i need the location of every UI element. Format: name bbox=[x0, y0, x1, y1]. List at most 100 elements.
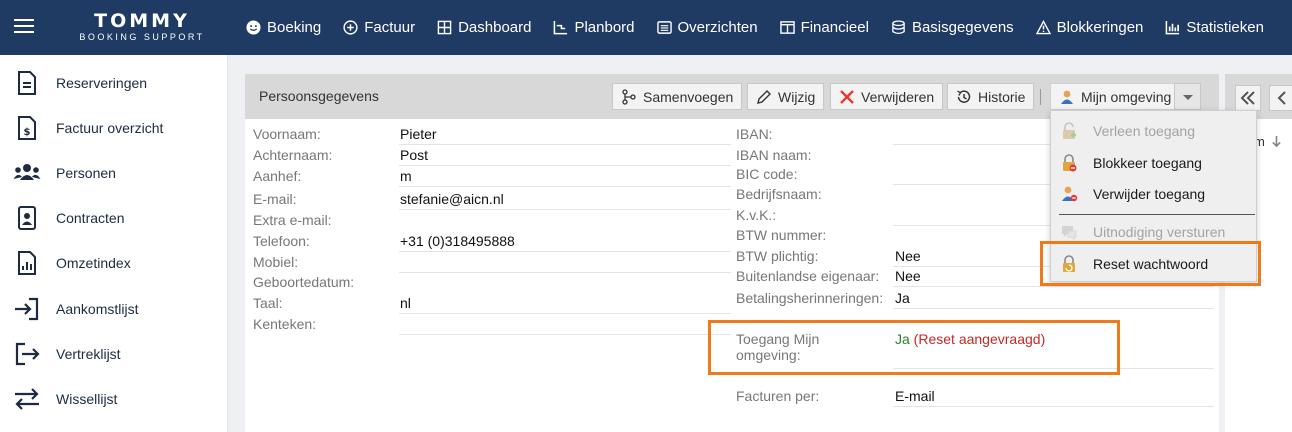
field-label: BIC code: bbox=[736, 166, 798, 182]
smiley-icon bbox=[246, 20, 261, 35]
svg-text:$: $ bbox=[24, 127, 31, 138]
field-email: E-mail: stefanie@aicn.nl bbox=[253, 189, 731, 210]
my-environment-menu: Verleen toegang Blokkeer toegang Verwijd… bbox=[1050, 110, 1257, 282]
sidebar-item-wissellijst[interactable]: Wissellijst bbox=[0, 376, 227, 421]
sidebar-item-factuur-overzicht[interactable]: $ Factuur overzicht bbox=[0, 105, 227, 150]
field-achternaam: Achternaam: Post bbox=[253, 145, 731, 166]
sign-out-icon bbox=[15, 342, 40, 365]
access-paren-close: ) bbox=[1040, 331, 1046, 347]
history-icon bbox=[957, 89, 971, 103]
nav-label: Overzichten bbox=[677, 19, 758, 36]
field-value: nl bbox=[400, 295, 411, 311]
first-page-button[interactable] bbox=[1235, 85, 1261, 111]
field-kenteken: Kenteken: bbox=[253, 314, 731, 335]
sidebar-item-contracten[interactable]: Contracten bbox=[0, 196, 227, 241]
field-label: IBAN naam: bbox=[736, 147, 812, 163]
lock-open-icon bbox=[1063, 122, 1076, 139]
menu-item-label: Uitnodiging versturen bbox=[1093, 224, 1226, 240]
field-label: Taal: bbox=[253, 295, 283, 311]
field-value: Nee bbox=[895, 268, 921, 284]
sidebar-item-personen[interactable]: Personen bbox=[0, 150, 227, 195]
my-environment-dropdown-toggle[interactable] bbox=[1174, 83, 1201, 110]
delete-button[interactable]: Verwijderen bbox=[830, 83, 944, 110]
field-betalingsherinneringen: Betalingsherinneringen: Ja bbox=[736, 288, 1214, 309]
field-taal: Taal: nl bbox=[253, 293, 731, 314]
field-value: Pieter bbox=[400, 126, 437, 142]
sidebar-item-label: Vertreklijst bbox=[56, 345, 121, 362]
contract-icon bbox=[18, 206, 36, 231]
menu-item-remove-access[interactable]: Verwijder toegang bbox=[1051, 180, 1256, 208]
nav-label: Financieel bbox=[800, 19, 869, 36]
delete-label: Verwijderen bbox=[861, 88, 935, 105]
sidebar-item-aankomstlijst[interactable]: Aankomstlijst bbox=[0, 286, 227, 331]
sidebar-item-label: Omzetindex bbox=[56, 255, 131, 272]
grid-icon bbox=[437, 20, 452, 35]
chat-icon bbox=[1062, 226, 1077, 240]
nav-blokkeringen[interactable]: Blokkeringen bbox=[1035, 19, 1144, 36]
nav-financieel[interactable]: Financieel bbox=[779, 19, 869, 36]
nav-label: Factuur bbox=[364, 19, 416, 36]
nav-label: Blokkeringen bbox=[1056, 19, 1144, 36]
menu-item-block-access[interactable]: Blokkeer toegang bbox=[1051, 149, 1256, 177]
invoice-icon: $ bbox=[18, 115, 36, 140]
columns-icon bbox=[779, 21, 795, 34]
nav-label: Dashboard bbox=[458, 19, 532, 36]
history-button[interactable]: Historie bbox=[947, 83, 1035, 110]
swap-icon bbox=[15, 388, 39, 410]
sidebar-item-label: Personen bbox=[56, 164, 116, 181]
edit-button[interactable]: Wijzig bbox=[747, 83, 825, 110]
sidebar-item-vertreklijst[interactable]: Vertreklijst bbox=[0, 331, 227, 376]
access-reset-requested: Reset aangevraagd bbox=[918, 331, 1041, 347]
my-environment-button[interactable]: Mijn omgeving bbox=[1050, 83, 1181, 110]
list-icon bbox=[656, 21, 672, 34]
field-label: Voornaam: bbox=[253, 126, 321, 142]
nav-label: Basisgegevens bbox=[911, 19, 1014, 36]
warning-icon bbox=[1035, 20, 1051, 35]
nav-factuur[interactable]: Factuur bbox=[343, 19, 415, 36]
merge-label: Samenvoegen bbox=[643, 88, 734, 105]
menu-item-grant-access[interactable]: Verleen toegang bbox=[1051, 117, 1256, 145]
double-chevron-left-icon bbox=[1240, 91, 1255, 105]
hamburger-menu-icon[interactable] bbox=[14, 16, 34, 38]
menu-item-send-invitation[interactable]: Uitnodiging versturen bbox=[1051, 218, 1256, 246]
sidebar-item-omzetindex[interactable]: Omzetindex bbox=[0, 241, 227, 286]
field-label: Bedrijfsnaam: bbox=[736, 186, 822, 202]
nav-overzichten[interactable]: Overzichten bbox=[656, 19, 758, 36]
sidebar-item-label: Contracten bbox=[56, 210, 125, 227]
nav-boeking[interactable]: Boeking bbox=[246, 19, 321, 36]
merge-button[interactable]: Samenvoegen bbox=[612, 83, 743, 110]
access-yes: Ja bbox=[895, 331, 910, 347]
tommy-logo[interactable]: TOMMY BOOKING SUPPORT bbox=[72, 12, 212, 43]
nav-label: Planbord bbox=[574, 19, 635, 36]
nav-planbord[interactable]: Planbord bbox=[553, 19, 635, 36]
main-nav: Boeking Factuur Dashboard Planbord Overz… bbox=[246, 0, 1286, 55]
field-label: Betalingsherinneringen: bbox=[736, 290, 884, 306]
field-label: K.v.K.: bbox=[736, 207, 777, 223]
field-label: Buitenlandse eigenaar: bbox=[736, 268, 880, 284]
nav-statistieken[interactable]: Statistieken bbox=[1165, 19, 1264, 36]
sidebar-item-label: Factuur overzicht bbox=[56, 119, 164, 136]
field-aanhef: Aanhef: m bbox=[253, 166, 731, 187]
arrow-down-icon bbox=[1272, 136, 1282, 148]
sign-in-icon bbox=[15, 297, 39, 320]
field-label: Achternaam: bbox=[253, 147, 333, 163]
people-icon bbox=[13, 163, 41, 180]
sidebar-item-reserveringen[interactable]: Reserveringen bbox=[0, 60, 227, 105]
previous-page-button[interactable] bbox=[1269, 85, 1292, 111]
menu-item-reset-password[interactable]: Reset wachtwoord bbox=[1051, 250, 1256, 278]
field-label-line1: Toegang Mijn bbox=[736, 331, 820, 347]
field-telefoon: Telefoon: +31 (0)318495888 bbox=[253, 231, 731, 252]
my-environment-label: Mijn omgeving bbox=[1081, 88, 1172, 105]
merge-icon bbox=[622, 88, 636, 105]
field-facturen-per: Facturen per: E-mail bbox=[736, 386, 1214, 407]
menu-item-label: Verleen toegang bbox=[1093, 123, 1195, 139]
field-label: IBAN: bbox=[736, 126, 773, 142]
field-value: Post bbox=[400, 147, 429, 163]
sidebar: Reserveringen $ Factuur overzicht Person… bbox=[0, 55, 228, 432]
field-label: Extra e-mail: bbox=[253, 212, 332, 228]
nav-basisgegevens[interactable]: Basisgegevens bbox=[891, 19, 1014, 36]
nav-dashboard[interactable]: Dashboard bbox=[437, 19, 531, 36]
field-label: E-mail: bbox=[253, 191, 297, 207]
field-toegang-mijn-omgeving: Toegang Mijn omgeving: Ja (Reset aangevr… bbox=[736, 329, 1214, 369]
sort-column-header[interactable]: m bbox=[1254, 134, 1282, 149]
